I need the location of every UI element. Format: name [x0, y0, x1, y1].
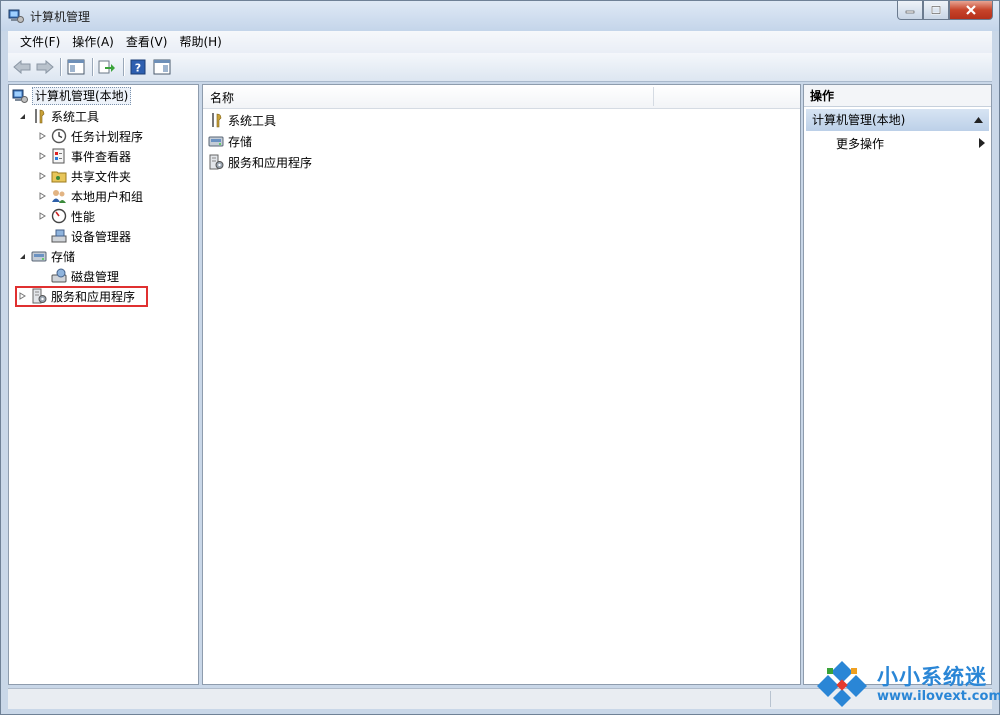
red-highlight-box [15, 286, 148, 307]
device-manager-icon [51, 229, 67, 243]
tree-item-disk-management[interactable]: 磁盘管理 [51, 266, 119, 286]
tree-item-task-scheduler[interactable]: 任务计划程序 [38, 126, 143, 146]
watermark-logo: 小小系统迷 www.ilovext.com [813, 657, 1000, 711]
close-button[interactable] [949, 1, 993, 20]
list-item-label: 服务和应用程序 [228, 155, 313, 170]
results-pane[interactable]: 名称 系统工具 存储 服务和应用程序 [202, 84, 801, 685]
actions-pane: 操作 计算机管理(本地) 更多操作 [803, 84, 992, 685]
tree-item-root[interactable]: 计算机管理(本地) [12, 86, 132, 106]
svg-text:?: ? [135, 62, 141, 75]
toolbar: ? [8, 53, 992, 82]
clock-icon [51, 128, 67, 144]
tree-item-performance[interactable]: 性能 [38, 206, 95, 226]
title-bar[interactable]: 计算机管理 [1, 1, 999, 31]
tree-item-local-users[interactable]: 本地用户和组 [38, 186, 143, 206]
tree-item-label: 磁盘管理 [71, 269, 120, 284]
expand-triangle-icon[interactable] [38, 192, 47, 201]
computer-management-icon [8, 9, 24, 23]
event-log-icon [52, 148, 65, 164]
actions-section-label: 计算机管理(本地) [812, 113, 906, 127]
toolbar-separator [92, 58, 94, 76]
menu-action[interactable]: 操作(A) [66, 31, 120, 53]
tree-item-label: 设备管理器 [71, 229, 132, 244]
action-pane-icon [153, 59, 171, 75]
forward-button[interactable] [35, 57, 55, 77]
tree-item-label: 任务计划程序 [71, 129, 144, 144]
actions-pane-title: 操作 [804, 85, 991, 107]
minimize-icon [905, 10, 915, 14]
collapse-triangle-icon[interactable] [18, 112, 27, 121]
tree-item-label: 计算机管理(本地) [32, 87, 132, 105]
tree-item-shared-folders[interactable]: 共享文件夹 [38, 166, 131, 186]
menu-view[interactable]: 查看(V) [120, 31, 174, 53]
watermark-brand: 小小系统迷 [877, 665, 987, 689]
maximize-icon [931, 5, 941, 15]
storage-icon [208, 136, 224, 147]
back-button[interactable] [12, 57, 32, 77]
tools-icon [212, 113, 222, 128]
status-divider [770, 691, 771, 707]
close-icon [966, 5, 976, 15]
column-divider[interactable] [653, 87, 654, 106]
forward-arrow-icon [36, 60, 54, 74]
computer-management-icon [12, 89, 28, 103]
more-actions-item[interactable]: 更多操作 [836, 135, 884, 152]
menu-bar: 文件(F) 操作(A) 查看(V) 帮助(H) [8, 31, 992, 53]
list-item[interactable]: 存储 [208, 131, 252, 151]
menu-help[interactable]: 帮助(H) [173, 31, 227, 53]
show-hide-tree-button[interactable] [65, 57, 87, 77]
window-controls [897, 1, 993, 21]
tree-item-storage[interactable]: 存储 [18, 246, 75, 266]
expand-triangle-icon[interactable] [38, 172, 47, 181]
export-list-button[interactable] [96, 57, 118, 77]
services-icon [209, 154, 224, 170]
tree-item-label: 系统工具 [51, 109, 100, 124]
tree-item-event-viewer[interactable]: 事件查看器 [38, 146, 131, 166]
storage-icon [31, 251, 47, 262]
maximize-button[interactable] [923, 1, 949, 20]
back-arrow-icon [13, 60, 31, 74]
window-title: 计算机管理 [30, 10, 91, 24]
list-item[interactable]: 服务和应用程序 [208, 152, 312, 172]
list-item-label: 存储 [228, 134, 253, 149]
tree-item-label: 事件查看器 [71, 149, 132, 164]
actions-section-header[interactable]: 计算机管理(本地) [806, 109, 989, 131]
disk-management-icon [51, 268, 67, 283]
shared-folder-icon [51, 171, 67, 183]
expand-triangle-icon[interactable] [38, 212, 47, 221]
tree-item-label: 存储 [51, 249, 76, 264]
tree-item-system-tools[interactable]: 系统工具 [18, 106, 99, 126]
help-icon: ? [130, 59, 146, 75]
help-button[interactable]: ? [127, 57, 149, 77]
performance-gauge-icon [51, 208, 67, 224]
computer-management-window: 计算机管理 文件(F) 操作(A) 查看(V) 帮助(H) ? 计算机管理(本地… [0, 0, 1000, 715]
tree-item-device-manager[interactable]: 设备管理器 [51, 226, 131, 246]
menu-file[interactable]: 文件(F) [8, 31, 66, 53]
toolbar-separator [123, 58, 125, 76]
show-hide-action-pane-button[interactable] [151, 57, 173, 77]
expand-triangle-icon[interactable] [38, 132, 47, 141]
tools-icon [35, 109, 45, 124]
expand-triangle-icon[interactable] [38, 152, 47, 161]
collapse-triangle-icon[interactable] [18, 252, 27, 261]
submenu-arrow-icon [979, 138, 985, 148]
diamond-logo-icon [817, 661, 867, 707]
toolbar-separator [60, 58, 62, 76]
column-header-name[interactable]: 名称 [203, 85, 800, 109]
column-header-label: 名称 [210, 91, 235, 105]
more-actions-label: 更多操作 [836, 137, 885, 151]
tree-item-label: 共享文件夹 [71, 169, 132, 184]
console-tree-icon [67, 59, 85, 75]
tree-item-label: 性能 [71, 209, 96, 224]
list-item[interactable]: 系统工具 [208, 110, 276, 130]
console-tree-pane[interactable]: 计算机管理(本地) 系统工具 任务计划程序 事件查看器 共享文件夹 本地用户和组 [8, 84, 199, 685]
tree-item-label: 本地用户和组 [71, 189, 144, 204]
export-icon [98, 60, 115, 74]
users-icon [52, 190, 66, 203]
watermark-url: www.ilovext.com [877, 689, 1000, 704]
list-item-label: 系统工具 [228, 113, 277, 128]
minimize-button[interactable] [897, 1, 923, 20]
collapse-up-icon [974, 117, 983, 123]
